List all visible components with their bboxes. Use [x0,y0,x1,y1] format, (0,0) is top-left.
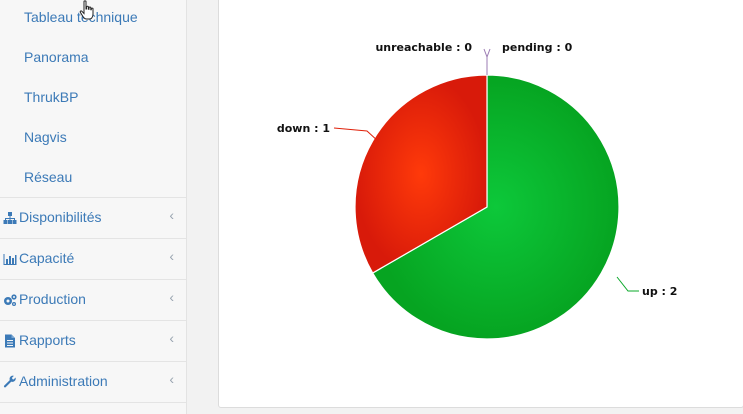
sidebar-item-disponibilites[interactable]: Disponibilités ‹ [0,197,186,237]
sidebar-item-production[interactable]: Production ‹ [0,279,186,319]
pie-label-down: down : 1 [277,122,330,135]
chart-panel: up : 2 down : 1 unreachable : 0 pending : 0 [218,0,743,408]
wrench-icon [3,375,16,388]
pie-connector-down [333,127,380,143]
sidebar-divider [0,402,186,414]
sidebar-item-label: Disponibilités [19,209,102,225]
sidebar-item-label: Rapports [19,332,76,348]
sidebar-item-rapports[interactable]: Rapports ‹ [0,320,186,360]
sidebar-item-administration[interactable]: Administration ‹ [0,361,186,401]
sidebar-item-label: Production [19,291,86,307]
chevron-left-icon: ‹ [169,330,174,346]
pie-connector-pending [486,48,491,75]
pie-label-pending: pending : 0 [502,41,573,54]
sidebar-subitem-nagvis[interactable]: Nagvis [24,129,67,145]
chevron-left-icon: ‹ [169,371,174,387]
sidebar-subitem-panorama[interactable]: Panorama [24,49,89,65]
sidebar-item-label: Capacité [19,250,75,266]
pie-connector-up [616,276,639,292]
page: Tableau technique Panorama ThrukBP Nagvi… [0,0,743,414]
sidebar-subitem-reseau[interactable]: Réseau [24,169,72,185]
host-status-pie-chart: up : 2 down : 1 unreachable : 0 pending : 0 [277,41,677,340]
chevron-left-icon: ‹ [169,207,174,223]
bar-chart-icon [3,254,17,265]
sitemap-icon [3,212,17,224]
sidebar-subitem-thrukbp[interactable]: ThrukBP [24,89,78,105]
file-text-icon [5,334,15,348]
hand-cursor-icon [79,0,94,20]
pie-label-up: up : 2 [642,285,677,298]
main-content: up : 2 down : 1 unreachable : 0 pending : 0 [187,0,743,414]
pie-slices [354,74,620,340]
chevron-left-icon: ‹ [169,289,174,305]
gears-icon [4,294,17,306]
chevron-left-icon: ‹ [169,248,174,264]
sidebar-item-capacite[interactable]: Capacité ‹ [0,238,186,278]
sidebar: Tableau technique Panorama ThrukBP Nagvi… [0,0,187,414]
sidebar-item-label: Administration [19,373,108,389]
pie-label-unreachable: unreachable : 0 [375,41,472,54]
